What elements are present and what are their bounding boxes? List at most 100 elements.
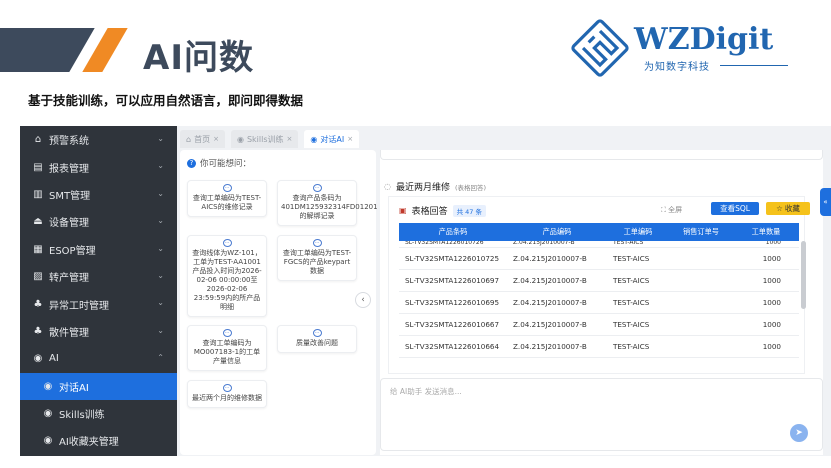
ai-icon: ◉: [310, 134, 318, 144]
tab-skills[interactable]: ◉ Skills训练 ×: [230, 130, 299, 148]
result-table: 产品条码 产品编码 工单编码 销售订单号 工单数量 SL-TV32SMTA122…: [399, 223, 799, 358]
sidebar-item-label: 异常工时管理: [49, 300, 109, 312]
table-cell: Z.04.215J2010007-B: [507, 313, 607, 336]
factory-icon: ▥: [33, 188, 43, 200]
collapse-panel-button[interactable]: ‹: [355, 292, 371, 308]
table-row[interactable]: SL-TV32SMTA1226010697 Z.04.215J2010007-B…: [399, 269, 799, 292]
suggestion-card[interactable]: ··· 查询工单编码为TEST-AICS的维修记录: [187, 180, 267, 217]
send-button[interactable]: ➤: [790, 424, 808, 442]
company-logo: WZDigit 为知数字科技: [570, 18, 810, 78]
suggestion-card[interactable]: ··· 查询工单编码为MO007183-1的工单产量信息: [187, 325, 267, 371]
ai-icon: ◉: [43, 435, 53, 447]
sidebar-item-label: 预警系统: [49, 136, 89, 148]
sidebar-item-alert[interactable]: ⌂ 预警系统 ⌄: [20, 126, 177, 153]
message-icon: ◌: [384, 182, 391, 191]
suggestions-header: ? 你可能想问：: [187, 157, 251, 169]
sidebar-item-label: Skills训练: [59, 410, 105, 422]
column-header: 产品条码: [438, 227, 468, 236]
sidebar-item-label: 对话AI: [59, 382, 89, 394]
chevron-down-icon: ⌄: [157, 298, 164, 308]
device-icon: ⏏: [33, 216, 43, 228]
table-cell: [669, 247, 733, 270]
logo-wordmark: WZDigit: [634, 22, 774, 57]
table-cell: TEST-AICS: [607, 335, 669, 358]
view-sql-button[interactable]: 查看SQL: [711, 202, 759, 215]
sidebar-item-changeover[interactable]: ▨ 转产管理 ⌄: [20, 263, 177, 290]
table-title: 表格回答: [411, 207, 448, 217]
bell-icon: ⌂: [34, 134, 42, 146]
tab-label: 首页: [194, 134, 211, 144]
report-icon: ▤: [33, 161, 43, 173]
table-cell: [669, 313, 733, 336]
table-cell: 1000: [733, 313, 799, 336]
suggestion-card[interactable]: ··· 查询工单编码为TEST-FGCS的产品keypart数据: [277, 235, 357, 281]
chevron-left-icon: ‹: [361, 295, 365, 305]
column-header: 工单编码: [623, 227, 653, 236]
suggestion-card[interactable]: ··· 查询产品条码为401DM125932314FD01201的解绑记录: [277, 180, 378, 226]
suggestion-text: 质量改善问题: [296, 339, 338, 347]
favorite-label: 收藏: [784, 204, 800, 213]
table-answer-card: ▣ 表格回答 共 47 条 ⛶ 全屏 查看SQL ☆ 收藏 产品条码 产品编码 …: [388, 196, 810, 374]
table-scrollbar[interactable]: [801, 241, 806, 309]
suggestion-text: 查询线体为WZ-101，工单为TEST-AA1001产品投入时间为2026-02…: [192, 249, 262, 311]
chevron-down-icon: ⌄: [157, 325, 164, 335]
expand-side-tab[interactable]: «: [820, 188, 831, 216]
chevron-down-icon: ⌄: [157, 270, 164, 280]
table-cell: Z.04.215J2010007-B: [507, 335, 607, 358]
table-icon: ▣: [399, 206, 407, 215]
double-chevron-left-icon: «: [823, 198, 828, 206]
answer-section-title: ◌ 最近两月维修 (表格回答): [384, 180, 486, 193]
sidebar-subitem-skills[interactable]: ◉ Skills训练: [20, 400, 177, 427]
sidebar-item-esop[interactable]: ▦ ESOP管理 ⌄: [20, 236, 177, 263]
sidebar-item-label: 设备管理: [49, 218, 89, 230]
table-cell: 1000: [733, 335, 799, 358]
suggestion-card[interactable]: ··· 查询线体为WZ-101，工单为TEST-AA1001产品投入时间为202…: [187, 235, 267, 317]
chevron-up-icon: ⌃: [157, 353, 164, 363]
chat-icon: ···: [222, 239, 232, 247]
sidebar-subitem-favorites[interactable]: ◉ AI收藏夹管理: [20, 427, 177, 454]
close-icon[interactable]: ×: [213, 135, 219, 143]
chart-icon: ▨: [33, 271, 43, 283]
sidebar-item-smt[interactable]: ▥ SMT管理 ⌄: [20, 181, 177, 208]
suggestions-prompt: 你可能想问：: [200, 159, 252, 169]
suggestion-card[interactable]: ··· 质量改善问题: [277, 325, 357, 353]
users-icon: ♣: [33, 325, 43, 337]
table-cell: Z.04.215J2010007-B: [507, 247, 607, 270]
table-cell: 1000: [733, 269, 799, 292]
sidebar-subitem-chat-ai[interactable]: ◉ 对话AI: [20, 372, 177, 400]
chat-icon: ···: [312, 329, 322, 337]
sidebar-item-abnormal-hours[interactable]: ♣ 异常工时管理 ⌄: [20, 290, 177, 317]
fullscreen-button[interactable]: ⛶ 全屏: [661, 205, 682, 215]
column-header: 工单数量: [751, 227, 781, 236]
table-answer-header: ▣ 表格回答 共 47 条: [399, 204, 486, 217]
table-row[interactable]: SL-TV32SMTA1226010695 Z.04.215J2010007-B…: [399, 291, 799, 314]
sidebar-item-device[interactable]: ⏏ 设备管理 ⌄: [20, 208, 177, 235]
table-cell: SL-TV32SMTA1226010667: [399, 313, 507, 336]
wzdigit-logo-icon: [571, 19, 629, 77]
sidebar-item-ai[interactable]: ◉ AI ⌃: [20, 345, 177, 372]
table-row[interactable]: SL-TV32SMTA1226010725 Z.04.215J2010007-B…: [399, 247, 799, 270]
table-row[interactable]: SL-TV32SMTA1226010667 Z.04.215J2010007-B…: [399, 313, 799, 336]
table-cell: Z.04.215J2010007-B: [507, 291, 607, 314]
table-cell: TEST-AICS: [607, 269, 669, 292]
logo-tagline: 为知数字科技: [644, 62, 710, 73]
sidebar-item-report[interactable]: ▤ 报表管理 ⌄: [20, 153, 177, 180]
column-header: 产品编码: [542, 227, 572, 236]
previous-message-box: [380, 150, 823, 160]
sidebar-item-label: 报表管理: [49, 163, 89, 175]
section-tag: (表格回答): [455, 183, 487, 192]
table-row[interactable]: SL-TV32SMTA1226010664 Z.04.215J2010007-B…: [399, 335, 799, 358]
tab-home[interactable]: ⌂ 首页 ×: [180, 130, 225, 148]
close-icon[interactable]: ×: [286, 135, 292, 143]
sidebar-item-parts[interactable]: ♣ 散件管理 ⌄: [20, 318, 177, 345]
sidebar-item-label: 转产管理: [49, 273, 89, 285]
fullscreen-icon: ⛶: [661, 206, 666, 214]
table-cell: 1000: [733, 291, 799, 314]
message-input-box[interactable]: 给 AI助手 发送消息... ➤: [380, 378, 823, 451]
favorite-button[interactable]: ☆ 收藏: [766, 202, 810, 215]
table-header-row: 产品条码 产品编码 工单编码 销售订单号 工单数量: [399, 223, 799, 241]
suggestion-card[interactable]: ··· 最近两个月的维修数据: [187, 380, 267, 408]
tab-chat-ai[interactable]: ◉ 对话AI ×: [304, 130, 360, 148]
tab-label: Skills训练: [246, 134, 284, 144]
close-icon[interactable]: ×: [347, 135, 353, 143]
